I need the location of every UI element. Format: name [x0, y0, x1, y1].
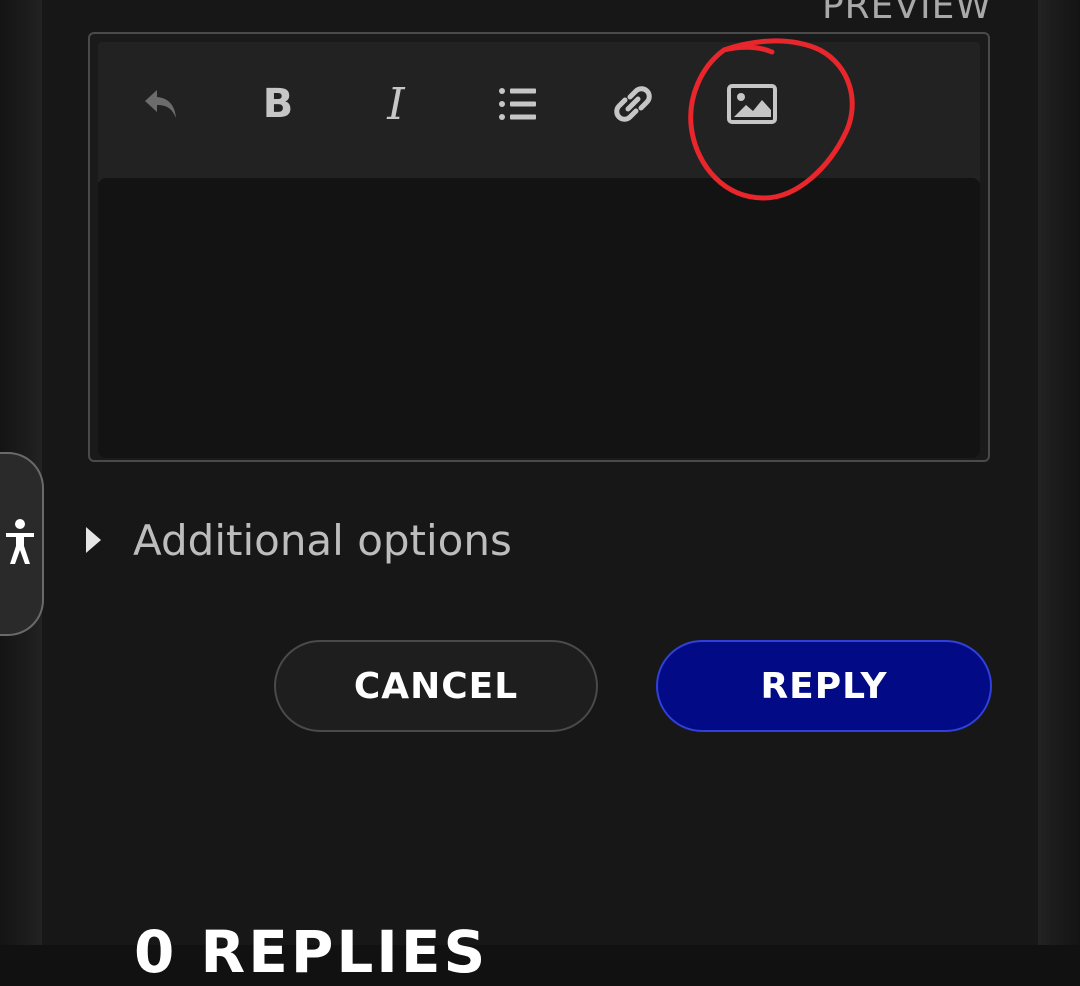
cancel-button[interactable]: CANCEL — [274, 640, 598, 732]
insert-image-button[interactable] — [722, 74, 782, 134]
link-icon — [612, 83, 654, 125]
app-window: PREVIEW B I Additional options CANCEL RE… — [0, 0, 1080, 986]
right-gutter — [1038, 0, 1080, 945]
preview-tab[interactable]: PREVIEW — [822, 0, 992, 27]
bulleted-list-button[interactable] — [488, 74, 548, 134]
image-icon — [727, 84, 777, 124]
additional-options-label: Additional options — [133, 515, 512, 565]
replies-heading: 0 REPLIES — [134, 918, 489, 986]
bold-icon: B — [262, 81, 294, 127]
bold-button[interactable]: B — [248, 74, 308, 134]
accessibility-icon — [4, 518, 36, 570]
reply-text-area[interactable] — [98, 178, 980, 458]
link-button[interactable] — [603, 74, 663, 134]
reply-button[interactable]: REPLY — [656, 640, 992, 732]
italic-button[interactable]: I — [366, 74, 426, 134]
undo-icon — [141, 84, 181, 124]
undo-button[interactable] — [131, 74, 191, 134]
rich-text-editor: B I — [88, 32, 990, 462]
additional-options-toggle[interactable]: Additional options — [86, 510, 512, 570]
italic-icon: I — [387, 78, 405, 130]
accessibility-button[interactable] — [0, 452, 44, 636]
editor-toolbar: B I — [98, 42, 980, 182]
expand-caret-icon — [86, 527, 101, 553]
bulleted-list-icon — [498, 86, 538, 122]
